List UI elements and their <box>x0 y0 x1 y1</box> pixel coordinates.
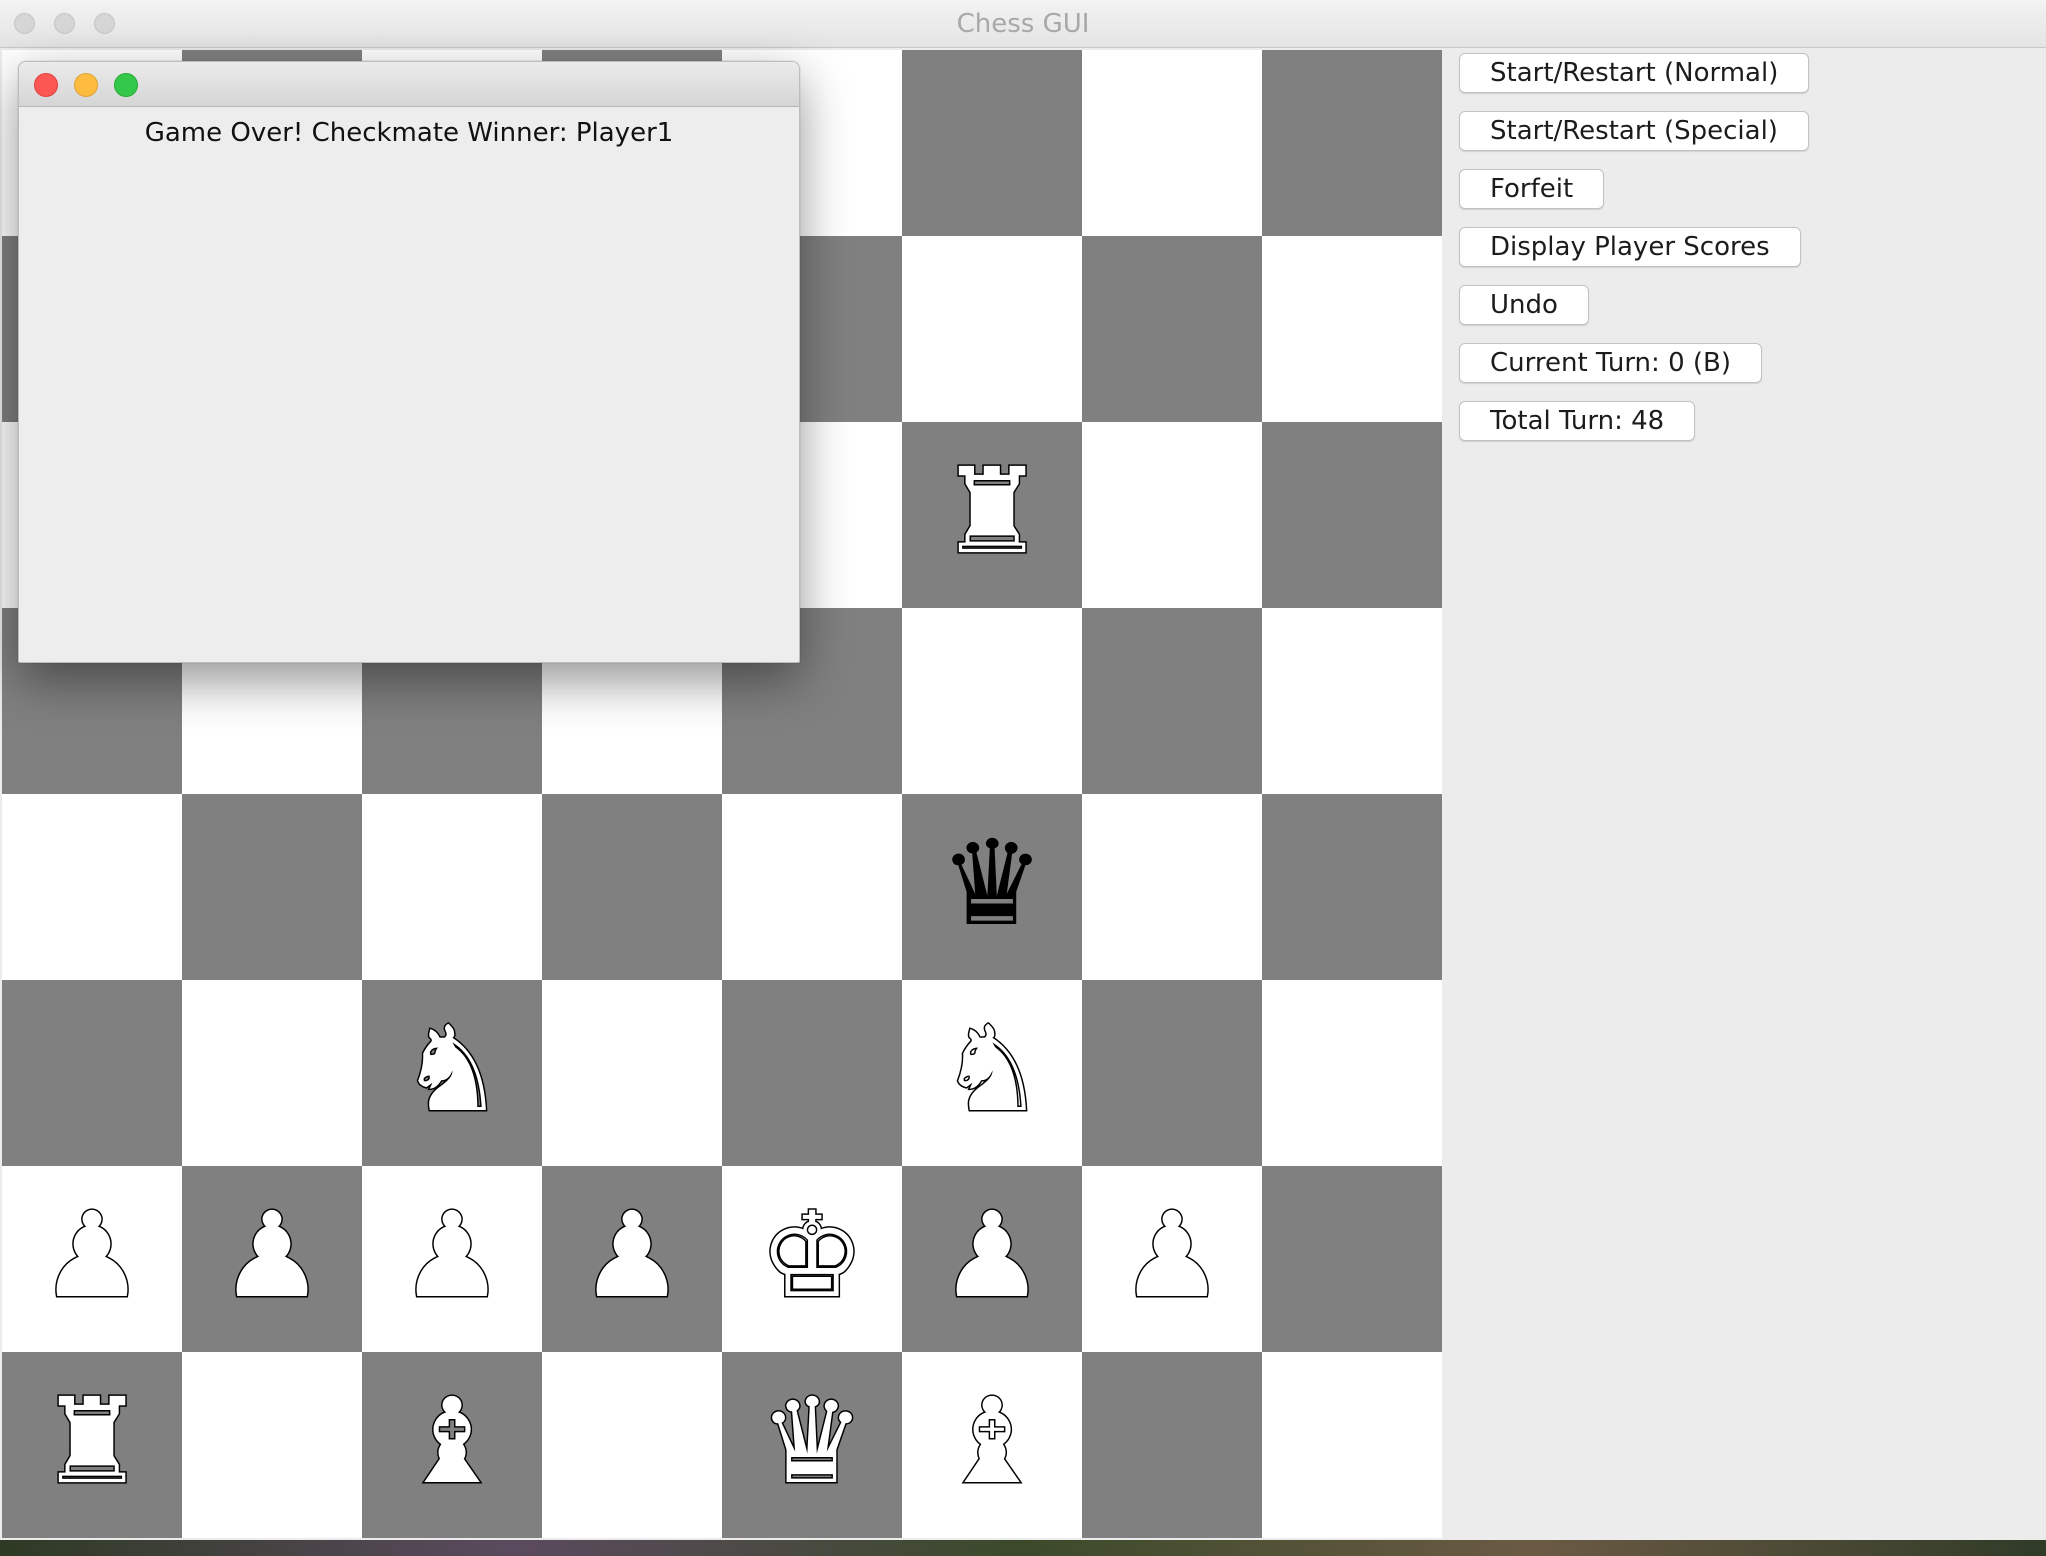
white-pawn-icon[interactable]: ♟ <box>218 1195 327 1316</box>
board-square-c4[interactable] <box>362 794 542 980</box>
board-square-d2[interactable]: ♟ <box>542 1166 722 1352</box>
board-square-a2[interactable]: ♟ <box>2 1166 182 1352</box>
board-square-f5[interactable] <box>902 608 1082 794</box>
start-restart-normal-button[interactable]: Start/Restart (Normal) <box>1459 53 1810 93</box>
board-square-d1[interactable] <box>542 1352 722 1538</box>
board-square-g3[interactable] <box>1082 980 1262 1166</box>
minimize-icon[interactable] <box>74 73 98 97</box>
board-square-c2[interactable]: ♟ <box>362 1166 542 1352</box>
white-pawn-icon[interactable]: ♟ <box>1118 1195 1227 1316</box>
board-square-b2[interactable]: ♟ <box>182 1166 362 1352</box>
white-pawn-icon[interactable]: ♟ <box>938 1195 1047 1316</box>
board-square-g2[interactable]: ♟ <box>1082 1166 1262 1352</box>
white-pawn-icon[interactable]: ♟ <box>578 1195 687 1316</box>
board-square-f3[interactable]: ♞ <box>902 980 1082 1166</box>
forfeit-button[interactable]: Forfeit <box>1459 169 1605 209</box>
board-square-b1[interactable] <box>182 1352 362 1538</box>
board-square-h5[interactable] <box>1262 608 1442 794</box>
control-panel: Start/Restart (Normal) Start/Restart (Sp… <box>1442 50 2046 1538</box>
white-rook-icon[interactable]: ♜ <box>38 1381 147 1502</box>
board-square-h7[interactable] <box>1262 236 1442 422</box>
board-square-f2[interactable]: ♟ <box>902 1166 1082 1352</box>
dialog-titlebar[interactable] <box>19 62 799 107</box>
board-square-h4[interactable] <box>1262 794 1442 980</box>
window-titlebar[interactable]: Chess GUI <box>0 0 2046 48</box>
board-square-g8[interactable] <box>1082 50 1262 236</box>
white-rook-icon[interactable]: ♜ <box>938 451 1047 572</box>
white-bishop-icon[interactable]: ♝ <box>398 1381 507 1502</box>
board-square-g1[interactable] <box>1082 1352 1262 1538</box>
white-pawn-icon[interactable]: ♟ <box>398 1195 507 1316</box>
white-queen-icon[interactable]: ♛ <box>758 1381 867 1502</box>
board-square-a4[interactable] <box>2 794 182 980</box>
board-square-d4[interactable] <box>542 794 722 980</box>
white-king-icon[interactable]: ♚ <box>758 1195 867 1316</box>
close-icon[interactable] <box>34 73 58 97</box>
board-square-h2[interactable] <box>1262 1166 1442 1352</box>
game-over-message: Game Over! Checkmate Winner: Player1 <box>144 118 674 148</box>
game-over-dialog: Game Over! Checkmate Winner: Player1 <box>18 61 800 663</box>
display-player-scores-button[interactable]: Display Player Scores <box>1459 227 1801 267</box>
window-title: Chess GUI <box>956 9 1090 39</box>
board-square-h1[interactable] <box>1262 1352 1442 1538</box>
board-square-e4[interactable] <box>722 794 902 980</box>
board-square-h6[interactable] <box>1262 422 1442 608</box>
white-knight-icon[interactable]: ♞ <box>938 1009 1047 1130</box>
board-square-c3[interactable]: ♞ <box>362 980 542 1166</box>
board-square-b4[interactable] <box>182 794 362 980</box>
total-turn-button[interactable]: Total Turn: 48 <box>1459 401 1696 441</box>
board-square-a1[interactable]: ♜ <box>2 1352 182 1538</box>
white-pawn-icon[interactable]: ♟ <box>38 1195 147 1316</box>
board-square-b3[interactable] <box>182 980 362 1166</box>
board-square-h8[interactable] <box>1262 50 1442 236</box>
current-turn-button[interactable]: Current Turn: 0 (B) <box>1459 343 1762 383</box>
board-square-f6[interactable]: ♜ <box>902 422 1082 608</box>
white-knight-icon[interactable]: ♞ <box>398 1009 507 1130</box>
black-queen-icon[interactable]: ♛ <box>939 824 1045 942</box>
board-square-f4[interactable]: ♛ <box>902 794 1082 980</box>
board-square-f1[interactable]: ♝ <box>902 1352 1082 1538</box>
board-square-e2[interactable]: ♚ <box>722 1166 902 1352</box>
board-square-f8[interactable] <box>902 50 1082 236</box>
white-bishop-icon[interactable]: ♝ <box>938 1381 1047 1502</box>
board-square-h3[interactable] <box>1262 980 1442 1166</box>
board-square-a3[interactable] <box>2 980 182 1166</box>
desktop-background <box>0 1540 2046 1556</box>
board-square-d3[interactable] <box>542 980 722 1166</box>
start-restart-special-button[interactable]: Start/Restart (Special) <box>1459 111 1809 151</box>
chess-gui-window: Chess GUI ♜ ♛ ♞ ♞ ♟ ♟ ♟ ♟ ♚ ♟ ♟ ♜ ♝ ♛ ♝ Start/Restart … <box>0 0 2046 1540</box>
board-square-e3[interactable] <box>722 980 902 1166</box>
board-square-g6[interactable] <box>1082 422 1262 608</box>
maximize-icon[interactable] <box>114 73 138 97</box>
board-square-g5[interactable] <box>1082 608 1262 794</box>
board-square-f7[interactable] <box>902 236 1082 422</box>
board-square-g7[interactable] <box>1082 236 1262 422</box>
board-square-g4[interactable] <box>1082 794 1262 980</box>
board-square-c1[interactable]: ♝ <box>362 1352 542 1538</box>
undo-button[interactable]: Undo <box>1459 285 1589 325</box>
board-square-e1[interactable]: ♛ <box>722 1352 902 1538</box>
